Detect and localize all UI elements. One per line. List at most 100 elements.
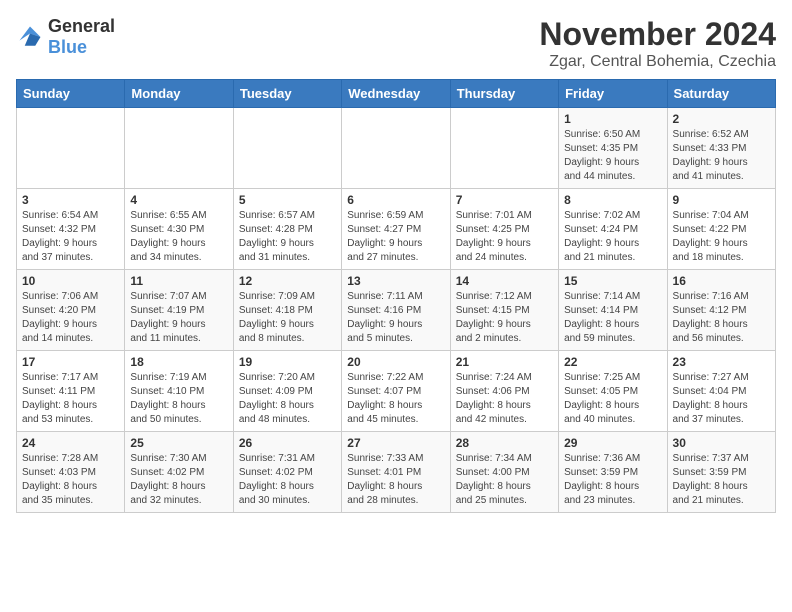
calendar-day-cell: 5Sunrise: 6:57 AM Sunset: 4:28 PM Daylig… (233, 189, 341, 270)
weekday-header-cell: Wednesday (342, 80, 450, 108)
day-info: Sunrise: 7:25 AM Sunset: 4:05 PM Dayligh… (564, 371, 661, 427)
day-info: Sunrise: 7:11 AM Sunset: 4:16 PM Dayligh… (347, 290, 444, 346)
day-number: 22 (564, 355, 661, 369)
day-info: Sunrise: 7:04 AM Sunset: 4:22 PM Dayligh… (673, 209, 770, 265)
day-info: Sunrise: 7:22 AM Sunset: 4:07 PM Dayligh… (347, 371, 444, 427)
weekday-header-row: SundayMondayTuesdayWednesdayThursdayFrid… (17, 80, 776, 108)
calendar-day-cell: 19 Sunrise: 7:20 AM Sunset: 4:09 PM Dayli… (233, 351, 341, 432)
weekday-header-cell: Monday (125, 80, 233, 108)
day-info: Sunrise: 7:19 AM Sunset: 4:10 PM Dayligh… (130, 371, 227, 427)
weekday-header-cell: Thursday (450, 80, 558, 108)
day-info: Sunrise: 7:30 AM Sunset: 4:02 PM Dayligh… (130, 452, 227, 508)
day-info: Sunrise: 7:37 AM Sunset: 3:59 PM Dayligh… (673, 452, 770, 508)
logo-general: General (48, 16, 115, 36)
calendar-subtitle: Zgar, Central Bohemia, Czechia (539, 53, 776, 71)
day-info: Sunrise: 6:57 AM Sunset: 4:28 PM Dayligh… (239, 209, 336, 265)
calendar-day-cell: 6Sunrise: 6:59 AM Sunset: 4:27 PM Daylig… (342, 189, 450, 270)
day-number: 19 (239, 355, 336, 369)
calendar-week-row: 24 Sunrise: 7:28 AM Sunset: 4:03 PM Dayli… (17, 432, 776, 513)
calendar-day-cell: 22 Sunrise: 7:25 AM Sunset: 4:05 PM Dayli… (559, 351, 667, 432)
weekday-header-cell: Sunday (17, 80, 125, 108)
day-number: 16 (673, 274, 770, 288)
weekday-header-cell: Friday (559, 80, 667, 108)
day-number: 25 (130, 436, 227, 450)
calendar-day-cell: 17 Sunrise: 7:17 AM Sunset: 4:11 PM Dayli… (17, 351, 125, 432)
day-number: 24 (22, 436, 119, 450)
day-info: Sunrise: 7:16 AM Sunset: 4:12 PM Dayligh… (673, 290, 770, 346)
calendar-week-row: 1 Sunrise: 6:50 AM Sunset: 4:35 PM Daylig… (17, 108, 776, 189)
calendar-day-cell: 27 Sunrise: 7:33 AM Sunset: 4:01 PM Dayli… (342, 432, 450, 513)
calendar-day-cell: 1 Sunrise: 6:50 AM Sunset: 4:35 PM Daylig… (559, 108, 667, 189)
day-number: 8 (564, 193, 661, 207)
day-number: 13 (347, 274, 444, 288)
day-number: 3 (22, 193, 119, 207)
day-number: 20 (347, 355, 444, 369)
calendar-day-cell: 10 Sunrise: 7:06 AM Sunset: 4:20 PM Dayli… (17, 270, 125, 351)
day-number: 30 (673, 436, 770, 450)
day-number: 10 (22, 274, 119, 288)
day-info: Sunrise: 7:34 AM Sunset: 4:00 PM Dayligh… (456, 452, 553, 508)
day-info: Sunrise: 7:24 AM Sunset: 4:06 PM Dayligh… (456, 371, 553, 427)
day-info: Sunrise: 7:09 AM Sunset: 4:18 PM Dayligh… (239, 290, 336, 346)
calendar-day-cell: 3 Sunrise: 6:54 AM Sunset: 4:32 PM Daylig… (17, 189, 125, 270)
logo-blue: Blue (48, 37, 87, 57)
day-number: 7 (456, 193, 553, 207)
calendar-day-cell: 8 Sunrise: 7:02 AM Sunset: 4:24 PM Daylig… (559, 189, 667, 270)
day-info: Sunrise: 7:12 AM Sunset: 4:15 PM Dayligh… (456, 290, 553, 346)
day-number: 2 (673, 112, 770, 126)
day-info: Sunrise: 6:52 AM Sunset: 4:33 PM Dayligh… (673, 128, 770, 184)
calendar-day-cell: 25 Sunrise: 7:30 AM Sunset: 4:02 PM Dayli… (125, 432, 233, 513)
day-info: Sunrise: 7:31 AM Sunset: 4:02 PM Dayligh… (239, 452, 336, 508)
day-info: Sunrise: 7:01 AM Sunset: 4:25 PM Dayligh… (456, 209, 553, 265)
calendar-body: 1 Sunrise: 6:50 AM Sunset: 4:35 PM Daylig… (17, 108, 776, 513)
day-info: Sunrise: 7:27 AM Sunset: 4:04 PM Dayligh… (673, 371, 770, 427)
calendar-table: SundayMondayTuesdayWednesdayThursdayFrid… (16, 79, 776, 513)
day-number: 17 (22, 355, 119, 369)
day-info: Sunrise: 7:02 AM Sunset: 4:24 PM Dayligh… (564, 209, 661, 265)
logo-icon (16, 23, 44, 51)
calendar-day-cell: 2 Sunrise: 6:52 AM Sunset: 4:33 PM Daylig… (667, 108, 775, 189)
day-number: 12 (239, 274, 336, 288)
day-info: Sunrise: 7:20 AM Sunset: 4:09 PM Dayligh… (239, 371, 336, 427)
day-info: Sunrise: 7:17 AM Sunset: 4:11 PM Dayligh… (22, 371, 119, 427)
day-number: 27 (347, 436, 444, 450)
calendar-day-cell: 14Sunrise: 7:12 AM Sunset: 4:15 PM Dayli… (450, 270, 558, 351)
day-number: 1 (564, 112, 661, 126)
calendar-day-cell: 26 Sunrise: 7:31 AM Sunset: 4:02 PM Dayli… (233, 432, 341, 513)
calendar-day-cell: 21 Sunrise: 7:24 AM Sunset: 4:06 PM Dayli… (450, 351, 558, 432)
header: General Blue November 2024 Zgar, Central… (16, 16, 776, 71)
calendar-day-cell: 29 Sunrise: 7:36 AM Sunset: 3:59 PM Dayli… (559, 432, 667, 513)
day-info: Sunrise: 6:50 AM Sunset: 4:35 PM Dayligh… (564, 128, 661, 184)
day-info: Sunrise: 7:28 AM Sunset: 4:03 PM Dayligh… (22, 452, 119, 508)
day-info: Sunrise: 6:54 AM Sunset: 4:32 PM Dayligh… (22, 209, 119, 265)
calendar-day-cell: 16 Sunrise: 7:16 AM Sunset: 4:12 PM Dayli… (667, 270, 775, 351)
calendar-day-cell: 13 Sunrise: 7:11 AM Sunset: 4:16 PM Dayli… (342, 270, 450, 351)
calendar-day-cell (125, 108, 233, 189)
calendar-week-row: 10 Sunrise: 7:06 AM Sunset: 4:20 PM Dayli… (17, 270, 776, 351)
day-number: 9 (673, 193, 770, 207)
calendar-week-row: 17 Sunrise: 7:17 AM Sunset: 4:11 PM Dayli… (17, 351, 776, 432)
calendar-title: November 2024 (539, 16, 776, 53)
day-number: 26 (239, 436, 336, 450)
calendar-day-cell (450, 108, 558, 189)
day-number: 6 (347, 193, 444, 207)
day-info: Sunrise: 7:06 AM Sunset: 4:20 PM Dayligh… (22, 290, 119, 346)
calendar-day-cell: 28 Sunrise: 7:34 AM Sunset: 4:00 PM Dayli… (450, 432, 558, 513)
day-info: Sunrise: 7:07 AM Sunset: 4:19 PM Dayligh… (130, 290, 227, 346)
title-block: November 2024 Zgar, Central Bohemia, Cze… (539, 16, 776, 71)
weekday-header-cell: Tuesday (233, 80, 341, 108)
calendar-day-cell: 15Sunrise: 7:14 AM Sunset: 4:14 PM Dayli… (559, 270, 667, 351)
day-info: Sunrise: 7:33 AM Sunset: 4:01 PM Dayligh… (347, 452, 444, 508)
day-info: Sunrise: 7:14 AM Sunset: 4:14 PM Dayligh… (564, 290, 661, 346)
calendar-day-cell: 20 Sunrise: 7:22 AM Sunset: 4:07 PM Dayli… (342, 351, 450, 432)
calendar-day-cell: 9 Sunrise: 7:04 AM Sunset: 4:22 PM Daylig… (667, 189, 775, 270)
calendar-day-cell (342, 108, 450, 189)
day-info: Sunrise: 6:55 AM Sunset: 4:30 PM Dayligh… (130, 209, 227, 265)
weekday-header-cell: Saturday (667, 80, 775, 108)
day-info: Sunrise: 7:36 AM Sunset: 3:59 PM Dayligh… (564, 452, 661, 508)
day-number: 29 (564, 436, 661, 450)
calendar-day-cell: 7 Sunrise: 7:01 AM Sunset: 4:25 PM Daylig… (450, 189, 558, 270)
day-number: 18 (130, 355, 227, 369)
day-number: 21 (456, 355, 553, 369)
day-number: 28 (456, 436, 553, 450)
